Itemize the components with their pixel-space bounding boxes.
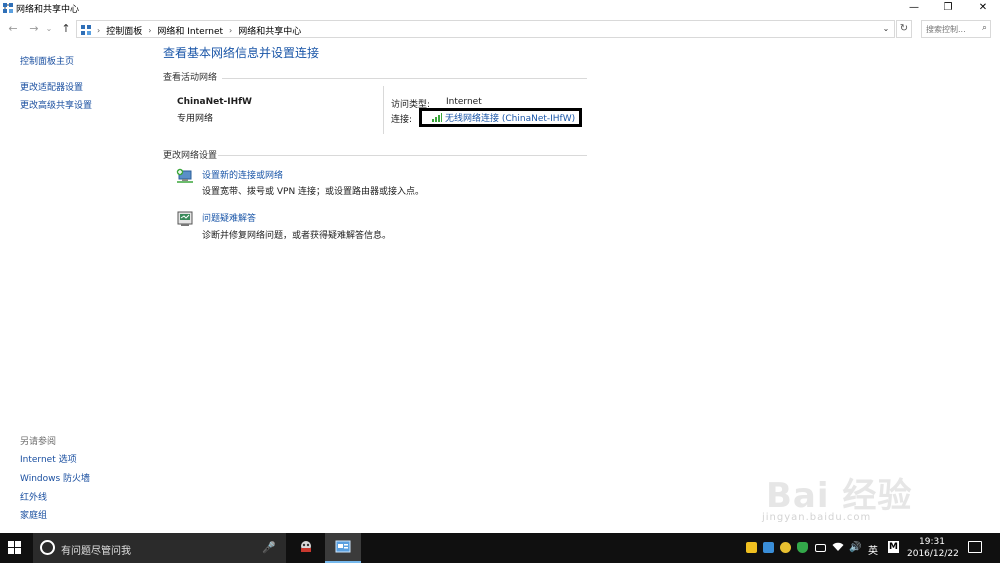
page-title: 查看基本网络信息并设置连接	[163, 46, 320, 60]
see-also-infrared[interactable]: 红外线	[20, 490, 47, 503]
minimize-button[interactable]: —	[897, 0, 931, 16]
breadcrumb-control-panel[interactable]: 控制面板	[106, 24, 142, 37]
setup-new-connection-description: 设置宽带、拨号或 VPN 连接；或设置路由器或接入点。	[202, 187, 425, 197]
shield-tray-icon[interactable]	[797, 542, 808, 553]
cortana-search-box[interactable]: 有问题尽管问我 🎤	[33, 533, 286, 563]
address-bar-row: ← → ⌄ ↑ › 控制面板 › 网络和 Internet › 网络和共享中心 …	[0, 18, 1000, 40]
see-also-heading: 另请参阅	[20, 437, 57, 447]
clock-time: 19:31	[919, 537, 945, 547]
close-button[interactable]: ✕	[966, 0, 1000, 16]
taskbar-app-1[interactable]	[288, 533, 324, 563]
search-input[interactable]	[922, 21, 976, 37]
ime-language-indicator[interactable]: 英	[868, 542, 878, 557]
watermark-logo: Bai 经验	[766, 476, 913, 516]
taskbar-app-control-panel[interactable]	[325, 533, 361, 563]
recent-locations-button[interactable]: ⌄	[44, 21, 54, 37]
battery-icon[interactable]	[815, 544, 826, 552]
wifi-tray-icon[interactable]	[832, 542, 844, 555]
new-connection-icon	[176, 168, 193, 183]
breadcrumb-separator: ›	[148, 25, 152, 35]
baidu-watermark: Bai 经验 jingyan.baidu.com	[738, 458, 968, 533]
qq-tray-icon[interactable]	[746, 542, 757, 553]
app-tool-icon	[301, 541, 311, 552]
wifi-signal-icon	[432, 113, 442, 122]
volume-icon[interactable]: 🔊	[849, 542, 861, 553]
window-title: 网络和共享中心	[16, 5, 80, 15]
taskbar: 有问题尽管问我 🎤 🔊 英 M 19:31 2016/12/22	[0, 533, 1000, 563]
clock[interactable]: 19:31 2016/12/22	[907, 536, 959, 560]
section-divider	[218, 155, 587, 156]
breadcrumb-separator: ›	[97, 25, 101, 35]
refresh-button[interactable]: ↻	[896, 20, 912, 38]
cortana-icon	[40, 540, 55, 555]
vertical-divider	[383, 86, 384, 134]
search-icon[interactable]: ⌕	[982, 23, 987, 33]
control-panel-window-icon	[335, 540, 351, 553]
see-also-windows-firewall[interactable]: Windows 防火墙	[20, 471, 90, 484]
section-divider	[222, 78, 587, 79]
address-box[interactable]: › 控制面板 › 网络和 Internet › 网络和共享中心 ⌄	[76, 20, 895, 38]
breadcrumb: › 控制面板 › 网络和 Internet › 网络和共享中心	[81, 23, 301, 37]
title-bar: 网络和共享中心 — ❐ ✕	[0, 0, 1000, 16]
breadcrumb-network-sharing-center[interactable]: 网络和共享中心	[238, 24, 301, 37]
forward-button[interactable]: →	[26, 21, 42, 37]
sidebar-link-change-adapter-settings[interactable]: 更改适配器设置	[20, 80, 83, 93]
see-also-homegroup[interactable]: 家庭组	[20, 508, 47, 521]
network-center-icon	[3, 3, 13, 13]
security-tray-icon[interactable]	[780, 542, 791, 553]
app-tray-icon[interactable]	[763, 542, 774, 553]
sidebar-link-advanced-sharing-settings[interactable]: 更改高级共享设置	[20, 98, 92, 111]
troubleshoot-description: 诊断并修复网络问题，或者获得疑难解答信息。	[202, 231, 392, 241]
breadcrumb-network-internet[interactable]: 网络和 Internet	[157, 24, 223, 37]
cortana-placeholder: 有问题尽管问我	[61, 546, 131, 557]
action-center-icon[interactable]	[968, 541, 982, 553]
troubleshoot-icon	[177, 211, 193, 226]
setup-new-connection-link[interactable]: 设置新的连接或网络	[202, 168, 283, 181]
address-dropdown-button[interactable]: ⌄	[880, 23, 892, 35]
search-box: ⌕	[921, 20, 991, 38]
access-type-value: Internet	[446, 97, 482, 107]
microphone-icon[interactable]: 🎤	[262, 541, 276, 554]
see-also-internet-options[interactable]: Internet 选项	[20, 452, 77, 465]
up-button[interactable]: ↑	[58, 21, 74, 37]
watermark-url: jingyan.baidu.com	[762, 512, 872, 523]
active-networks-heading: 查看活动网络	[163, 73, 218, 83]
restore-button[interactable]: ❐	[931, 0, 965, 16]
sidebar-link-control-panel-home[interactable]: 控制面板主页	[20, 54, 74, 67]
change-settings-heading: 更改网络设置	[163, 151, 218, 161]
breadcrumb-separator: ›	[229, 25, 233, 35]
network-category: 专用网络	[177, 114, 214, 124]
troubleshoot-link[interactable]: 问题疑难解答	[202, 211, 256, 224]
wireless-connection-link[interactable]: 无线网络连接 (ChinaNet-IHfW)	[419, 108, 582, 127]
connections-label: 连接:	[391, 115, 413, 125]
control-panel-icon	[81, 25, 91, 35]
network-name: ChinaNet-IHfW	[177, 97, 252, 107]
ime-mode-indicator[interactable]: M	[888, 541, 899, 553]
wireless-connection-label: 无线网络连接 (ChinaNet-IHfW)	[445, 114, 576, 124]
clock-date: 2016/12/22	[907, 549, 959, 559]
back-button[interactable]: ←	[5, 21, 21, 37]
start-button[interactable]	[8, 541, 22, 555]
